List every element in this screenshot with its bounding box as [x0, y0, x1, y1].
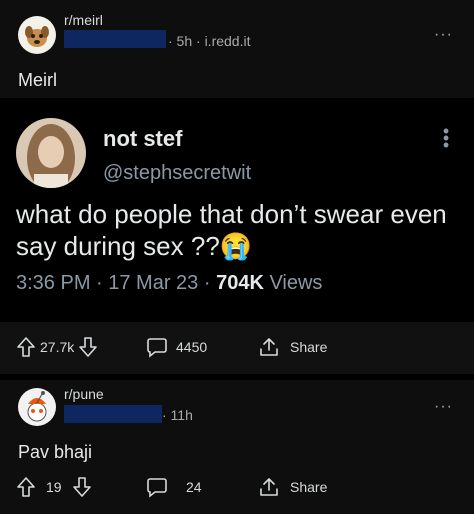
subreddit-name[interactable]: r/meirl	[64, 12, 103, 28]
tweet-timestamp: 3:36 PM · 17 Mar 23 · 704K Views	[16, 272, 322, 295]
downvote-icon[interactable]	[72, 476, 92, 498]
upvote-icon[interactable]	[16, 476, 36, 498]
more-options-icon[interactable]: ···	[434, 26, 453, 44]
redacted-username	[64, 30, 166, 48]
vote-control: 19	[16, 476, 92, 498]
tweet-views-count: 704K	[216, 272, 264, 294]
comments-button[interactable]: 4450	[146, 336, 207, 358]
subreddit-name[interactable]: r/pune	[64, 386, 104, 402]
share-icon	[260, 478, 278, 496]
tweet-views-label: Views	[263, 272, 323, 294]
profile-photo-icon	[16, 118, 86, 188]
comment-count: 24	[186, 479, 202, 495]
comments-button[interactable]: 24	[146, 476, 202, 498]
tweet-time: 3:36 PM · 17 Mar 23 ·	[16, 272, 217, 294]
vote-control: 27.7k	[16, 336, 98, 358]
tweet-author-handle: @stephsecretwit	[103, 162, 252, 184]
post-meta: · 11h	[162, 407, 193, 423]
tweet-text: what do people that don’t swear even say…	[16, 199, 447, 261]
post-card-pune[interactable]: r/pune · 11h ··· Pav bhaji 19 24 Share	[0, 380, 474, 514]
post-meta: · 5h · i.redd.it	[168, 33, 251, 49]
post-actions-bar: 27.7k 4450 Share	[0, 322, 474, 374]
post-card-meirl[interactable]: r/meirl · 5h · i.redd.it ··· Meirl	[0, 0, 474, 98]
vote-count: 27.7k	[40, 339, 75, 355]
comment-icon	[147, 338, 167, 358]
dog-avatar-icon	[25, 26, 49, 47]
downvote-icon[interactable]	[78, 336, 98, 358]
share-label: Share	[290, 339, 328, 355]
vote-count: 19	[46, 479, 62, 495]
upvote-icon[interactable]	[16, 336, 36, 358]
share-button[interactable]: Share	[258, 476, 327, 498]
tweet-author-name: not stef	[103, 126, 183, 151]
snoo-avatar-icon	[27, 391, 47, 422]
tweet-more-icon: • • •	[442, 121, 450, 155]
more-options-icon[interactable]: ···	[434, 398, 453, 416]
comment-count: 4450	[176, 339, 208, 355]
post-title[interactable]: Pav bhaji	[18, 442, 92, 463]
redacted-username	[64, 405, 162, 423]
subreddit-avatar-pune[interactable]	[18, 388, 56, 426]
subreddit-avatar-meirl[interactable]	[18, 16, 56, 54]
share-button[interactable]: Share	[258, 336, 327, 358]
comment-icon	[147, 478, 167, 498]
tweet-avatar	[16, 118, 86, 188]
share-label: Share	[290, 479, 328, 495]
post-title[interactable]: Meirl	[18, 70, 57, 91]
share-icon	[260, 338, 278, 356]
